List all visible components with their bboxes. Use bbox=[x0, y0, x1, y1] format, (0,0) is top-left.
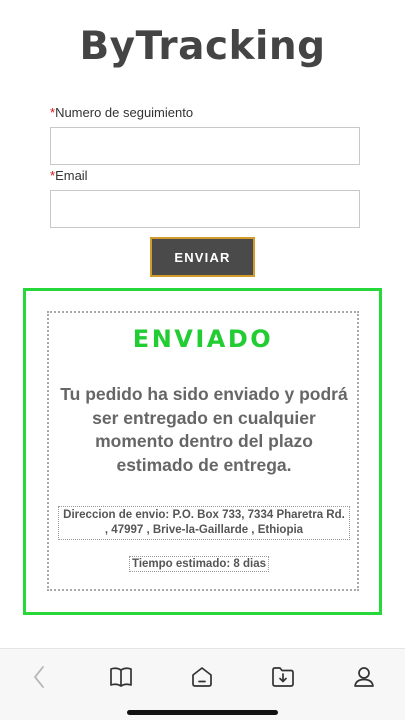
profile-icon bbox=[354, 667, 374, 687]
email-label: *Email bbox=[50, 168, 88, 183]
header: ByTracking bbox=[0, 0, 405, 92]
profile-button[interactable] bbox=[344, 661, 384, 693]
tracking-result-box: ENVIADO Tu pedido ha sido enviado y podr… bbox=[47, 311, 359, 591]
page-title: ByTracking bbox=[79, 23, 326, 69]
estimated-time: Tiempo estimado: 8 dias bbox=[129, 556, 269, 572]
download-folder-icon bbox=[272, 667, 294, 687]
bookmarks-button[interactable] bbox=[101, 661, 141, 693]
tracking-number-label: *Numero de seguimiento bbox=[50, 105, 193, 120]
downloads-button[interactable] bbox=[263, 661, 303, 693]
status-message: Tu pedido ha sido enviado y podrá ser en… bbox=[60, 384, 348, 475]
submit-button[interactable]: ENVIAR bbox=[150, 237, 255, 277]
tracking-number-label-text: Numero de seguimiento bbox=[55, 105, 194, 120]
tracking-result-panel: ENVIADO Tu pedido ha sido enviado y podr… bbox=[23, 288, 382, 615]
home-indicator bbox=[127, 710, 278, 715]
email-input[interactable] bbox=[50, 190, 360, 228]
home-button[interactable] bbox=[182, 661, 222, 693]
book-icon bbox=[110, 667, 132, 687]
back-icon bbox=[34, 666, 44, 688]
shipment-status: ENVIADO bbox=[132, 325, 274, 353]
back-button[interactable] bbox=[20, 661, 60, 693]
home-icon bbox=[192, 667, 212, 687]
shipping-address: Direccion de envio: P.O. Box 733, 7334 P… bbox=[58, 506, 350, 540]
email-label-text: Email bbox=[55, 168, 88, 183]
tracking-number-input[interactable] bbox=[50, 127, 360, 165]
